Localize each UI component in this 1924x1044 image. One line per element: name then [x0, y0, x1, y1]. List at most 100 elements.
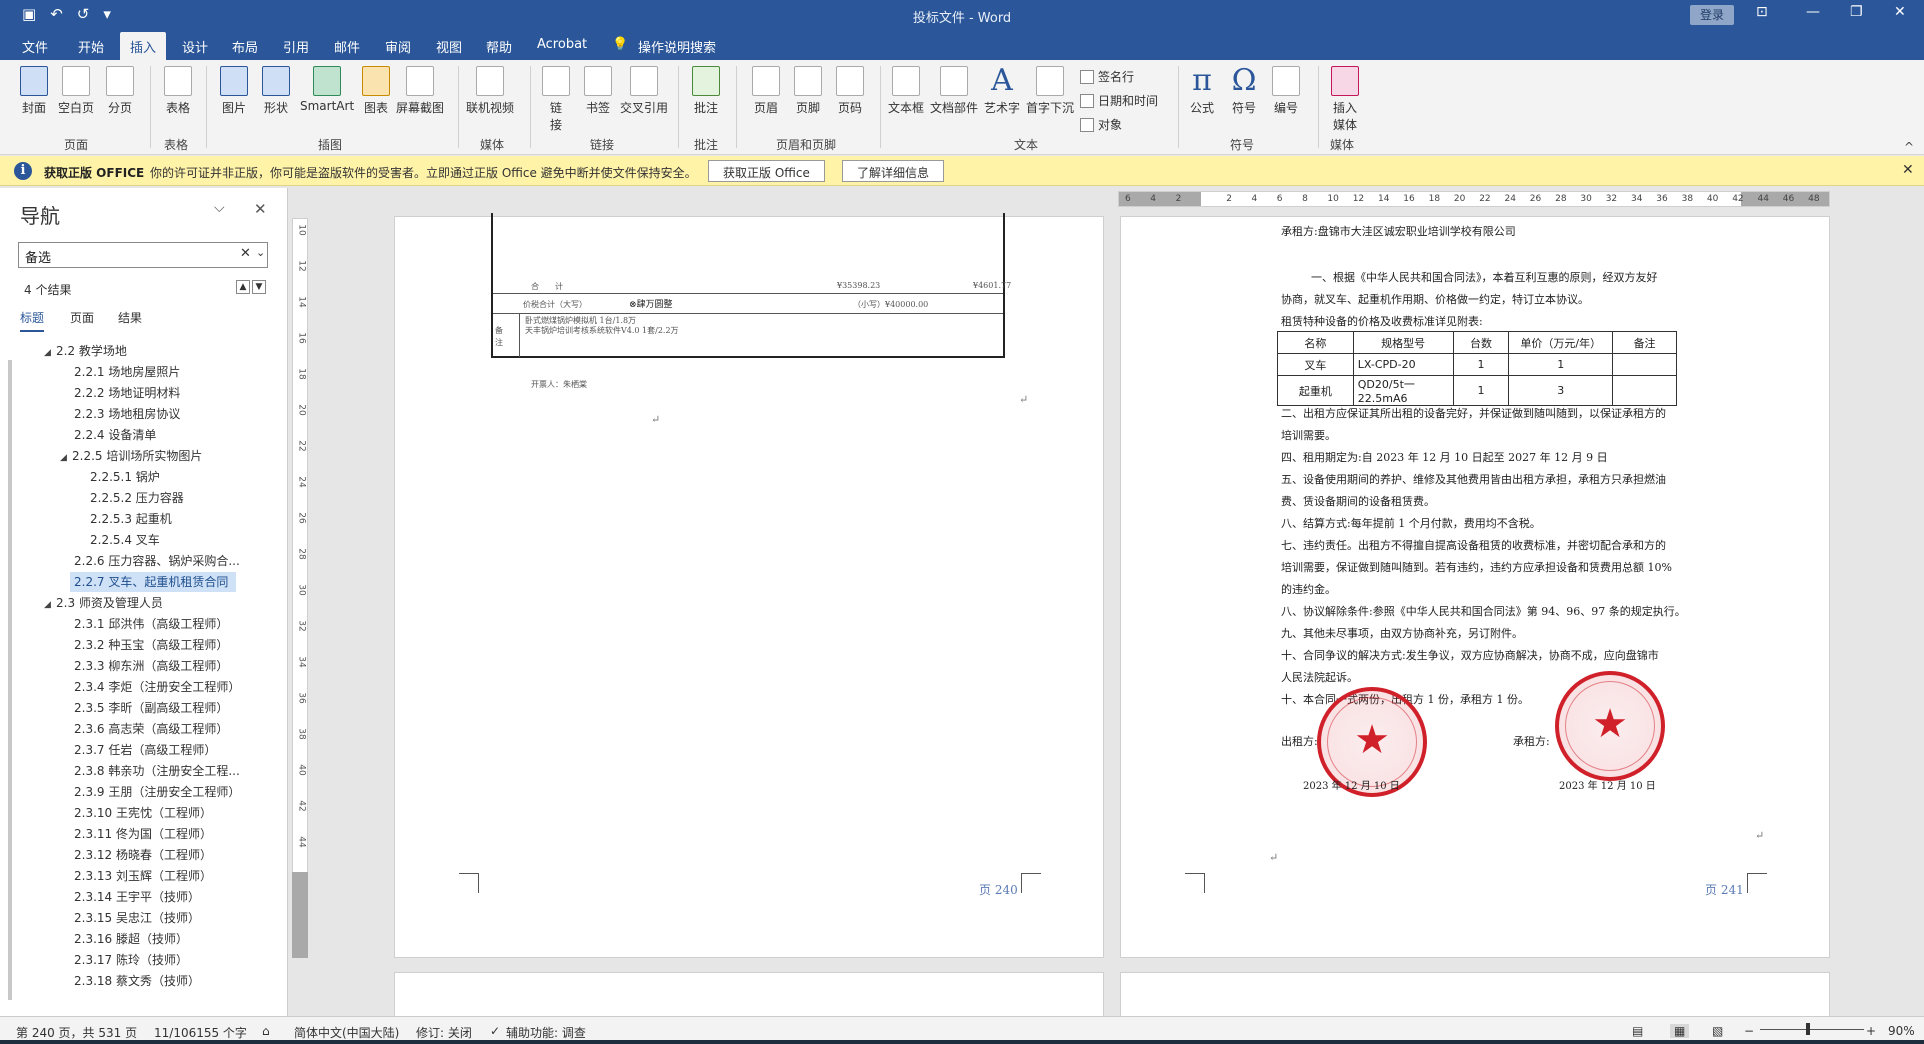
track-changes[interactable]: 修订: 关闭 [416, 1024, 472, 1041]
screenshot-button[interactable]: 屏幕截图 [396, 66, 444, 116]
footer-button[interactable]: 页脚 [794, 66, 822, 116]
nav-heading-item[interactable]: ◢ 2.3 师资及管理人员 [44, 593, 163, 613]
chevron-down-icon[interactable]: ⌄ [256, 246, 265, 259]
cover-page-button[interactable]: 封面 [20, 66, 48, 116]
blank-page-button[interactable]: 空白页 [58, 66, 94, 116]
quick-parts-button[interactable]: 文档部件 [930, 66, 978, 116]
tab-review[interactable]: 审阅 [385, 37, 411, 56]
collapse-triangle-icon[interactable]: ◢ [60, 448, 72, 468]
nav-heading-item[interactable]: 2.2.5.4 叉车 [90, 530, 160, 550]
cross-reference-button[interactable]: 交叉引用 [620, 66, 668, 116]
tab-mailings[interactable]: 邮件 [334, 37, 360, 56]
collapse-triangle-icon[interactable]: ◢ [44, 343, 56, 363]
symbol-button[interactable]: Ω 符号 [1230, 66, 1258, 116]
login-button[interactable]: 登录 [1690, 5, 1734, 25]
close-icon[interactable]: ✕ [1902, 162, 1914, 178]
nav-heading-item[interactable]: 2.3.12 杨晓春（工程师） [74, 845, 212, 865]
zoom-in-icon[interactable]: + [1866, 1024, 1876, 1038]
learn-more-button[interactable]: 了解详细信息 [842, 160, 945, 182]
accessibility-status[interactable]: 辅助功能: 调查 [506, 1024, 586, 1041]
ribbon-display-icon[interactable]: ⊡ [1756, 4, 1768, 20]
nav-heading-item[interactable]: 2.2.5.3 起重机 [90, 509, 172, 529]
nav-heading-item[interactable]: 2.3.8 韩亲功（注册安全工程... [74, 761, 240, 781]
tab-design[interactable]: 设计 [182, 37, 208, 56]
restore-icon[interactable]: ❐ [1850, 4, 1863, 20]
tab-file[interactable]: 文件 [22, 37, 48, 56]
get-genuine-button[interactable]: 获取正版 Office [708, 160, 825, 182]
equation-button[interactable]: π 公式 [1188, 66, 1216, 116]
insert-media-button[interactable]: 插入媒体 [1330, 66, 1360, 133]
nav-tab-pages[interactable]: 页面 [70, 309, 94, 326]
table-button[interactable]: 表格 [164, 66, 192, 116]
nav-heading-item[interactable]: 2.2.6 压力容器、锅炉采购合... [74, 551, 240, 571]
nav-heading-item[interactable]: 2.3.14 王宇平（技师） [74, 887, 200, 907]
nav-heading-item[interactable]: 2.2.2 场地证明材料 [74, 383, 180, 403]
nav-heading-item[interactable]: 2.2.3 场地租房协议 [74, 404, 180, 424]
wordart-button[interactable]: A 艺术字 [984, 66, 1020, 116]
tell-me-search[interactable]: 操作说明搜索 [638, 37, 716, 56]
next-result-icon[interactable]: ▼ [252, 280, 266, 294]
language[interactable]: 简体中文(中国大陆) [294, 1024, 399, 1041]
proofing-icon[interactable]: ⌂ [262, 1024, 270, 1038]
nav-heading-item[interactable]: 2.3.4 李炬（注册安全工程师） [74, 677, 240, 697]
drop-cap-button[interactable]: 首字下沉 [1026, 66, 1074, 116]
signature-line-button[interactable]: 签名行 [1080, 68, 1134, 85]
nav-heading-item[interactable]: 2.3.10 王宪忱（工程师） [74, 803, 212, 823]
pictures-button[interactable]: 图片 [220, 66, 248, 116]
page-count[interactable]: 第 240 页，共 531 页 [16, 1024, 137, 1041]
nav-search-input[interactable]: 备选 [18, 242, 268, 268]
tab-insert[interactable]: 插入 [120, 32, 167, 60]
close-icon[interactable]: ✕ [254, 200, 267, 218]
nav-heading-item[interactable]: 2.3.7 任岩（高级工程师） [74, 740, 216, 760]
tab-home[interactable]: 开始 [78, 37, 104, 56]
page-number-button[interactable]: 页码 [836, 66, 864, 116]
zoom-slider[interactable] [1760, 1029, 1864, 1030]
web-layout-icon[interactable]: ▧ [1712, 1024, 1723, 1038]
nav-heading-item[interactable]: 2.2.1 场地房屋照片 [74, 362, 180, 382]
print-layout-icon[interactable]: ▦ [1670, 1024, 1690, 1038]
object-button[interactable]: 对象 [1080, 116, 1122, 133]
numbering-button[interactable]: 编号 [1272, 66, 1300, 116]
link-button[interactable]: 链 接 [542, 66, 570, 133]
nav-heading-item[interactable]: 2.3.2 种玉宝（高级工程师） [74, 635, 228, 655]
nav-tab-results[interactable]: 结果 [118, 309, 142, 326]
header-button[interactable]: 页眉 [752, 66, 780, 116]
collapse-ribbon-icon[interactable]: ^ [1904, 140, 1914, 154]
nav-heading-item[interactable]: 2.3.9 王朋（注册安全工程师） [74, 782, 240, 802]
nav-heading-item[interactable]: ◢ 2.2.5 培训场所实物图片 [60, 446, 202, 466]
textbox-button[interactable]: 文本框 [888, 66, 924, 116]
nav-heading-item[interactable]: 2.3.18 蔡文秀（技师） [74, 971, 200, 991]
previous-result-icon[interactable]: ▲ [236, 280, 250, 294]
tab-view[interactable]: 视图 [436, 37, 462, 56]
close-icon[interactable]: ✕ [1894, 4, 1906, 20]
tab-references[interactable]: 引用 [283, 37, 309, 56]
tab-help[interactable]: 帮助 [486, 37, 512, 56]
zoom-out-icon[interactable]: − [1744, 1024, 1754, 1038]
minimize-icon[interactable]: — [1806, 4, 1820, 20]
nav-heading-item[interactable]: 2.2.7 叉车、起重机租赁合同 [70, 572, 237, 592]
accessibility-icon[interactable]: ✓ [490, 1024, 500, 1038]
chevron-down-icon[interactable]: ⌵ [214, 200, 225, 216]
date-time-button[interactable]: 日期和时间 [1080, 92, 1158, 109]
clear-search-icon[interactable]: ✕ [240, 246, 251, 261]
read-mode-icon[interactable]: ▤ [1632, 1024, 1643, 1038]
smartart-button[interactable]: SmartArt [300, 66, 354, 113]
word-count[interactable]: 11/106155 个字 [154, 1024, 247, 1041]
nav-tab-headings[interactable]: 标题 [20, 309, 45, 332]
bookmark-button[interactable]: 书签 [584, 66, 612, 116]
nav-heading-item[interactable]: 2.3.17 陈玲（技师） [74, 950, 188, 970]
online-video-button[interactable]: 联机视频 [466, 66, 514, 116]
comment-button[interactable]: 批注 [692, 66, 720, 116]
nav-heading-item[interactable]: 2.2.5.2 压力容器 [90, 488, 184, 508]
zoom-level[interactable]: 90% [1888, 1024, 1915, 1038]
nav-heading-item[interactable]: 2.3.11 佟为国（工程师） [74, 824, 212, 844]
nav-heading-item[interactable]: 2.3.3 柳东洲（高级工程师） [74, 656, 228, 676]
nav-heading-item[interactable]: 2.3.15 吴忠江（技师） [74, 908, 200, 928]
nav-heading-item[interactable]: 2.3.16 滕超（技师） [74, 929, 188, 949]
nav-heading-item[interactable]: 2.3.6 高志荣（高级工程师） [74, 719, 228, 739]
nav-heading-item[interactable]: 2.3.5 李昕（副高级工程师） [74, 698, 228, 718]
shapes-button[interactable]: 形状 [262, 66, 290, 116]
nav-heading-item[interactable]: 2.3.13 刘玉辉（工程师） [74, 866, 212, 886]
tab-acrobat[interactable]: Acrobat [537, 37, 587, 52]
nav-heading-item[interactable]: 2.2.4 设备清单 [74, 425, 156, 445]
